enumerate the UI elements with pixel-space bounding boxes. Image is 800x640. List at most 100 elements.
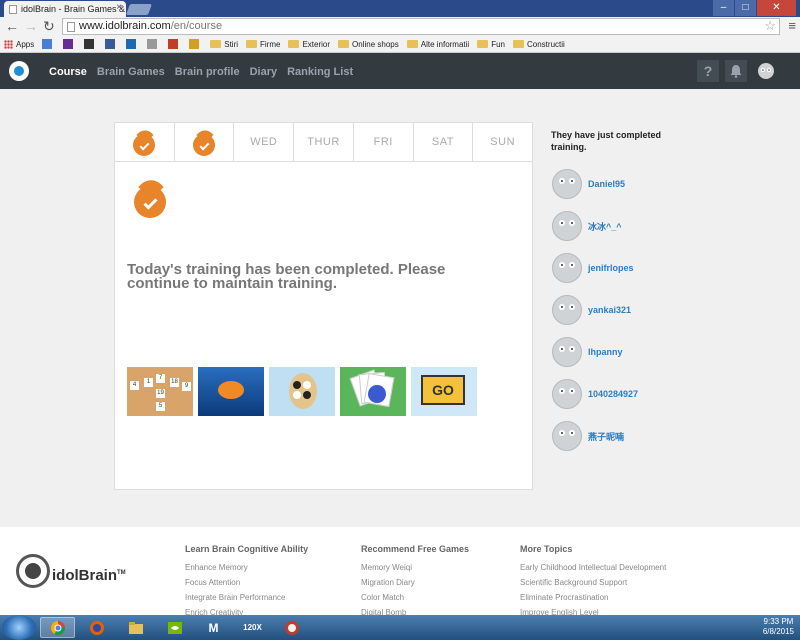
maximize-button[interactable]: □ (734, 0, 756, 16)
user-list-item[interactable]: yankai321 (552, 289, 638, 331)
game-go-sign[interactable]: GO (411, 367, 477, 416)
user-list-item[interactable]: 1040284927 (552, 373, 638, 415)
folder-icon (288, 40, 300, 48)
start-button[interactable] (2, 615, 36, 640)
week-day-label: WED (250, 136, 278, 148)
week-day (115, 123, 175, 161)
game-migration-diary[interactable] (198, 367, 264, 416)
site-logo-icon[interactable] (9, 61, 29, 81)
bookmark-item[interactable] (63, 39, 76, 49)
file-explorer-taskbar-icon[interactable] (118, 617, 153, 638)
username-link[interactable]: lhpanny (588, 347, 623, 357)
globe-taskbar-icon[interactable] (274, 617, 309, 638)
user-list-item[interactable]: jenifrlopes (552, 247, 638, 289)
game-color-match[interactable] (340, 367, 406, 416)
bookmark-item[interactable] (84, 39, 97, 49)
user-list-item[interactable]: lhpanny (552, 331, 638, 373)
browser-tabstrip: idolBrain - Brain Games & × – □ ✕ (0, 0, 800, 17)
help-icon[interactable]: ? (697, 60, 719, 82)
footer-link[interactable]: Early Childhood Intellectual Development (520, 560, 666, 575)
footer-link[interactable]: Enhance Memory (185, 560, 308, 575)
tv-app-taskbar-icon[interactable]: 120X (235, 617, 270, 638)
nav-brain-profile[interactable]: Brain profile (175, 66, 240, 78)
bookmark-folder[interactable]: Alte informatii (406, 40, 469, 49)
close-tab-icon[interactable]: × (116, 2, 122, 13)
bookmark-folder[interactable]: Online shops (338, 40, 399, 49)
game-memory-weiqi[interactable] (269, 367, 335, 416)
week-day: FRI (354, 123, 414, 161)
nvidia-taskbar-icon[interactable] (157, 617, 192, 638)
avatar[interactable] (552, 169, 582, 199)
avatar[interactable] (552, 337, 582, 367)
user-icon[interactable] (755, 60, 777, 82)
bookmark-folder[interactable]: Exterior (288, 40, 330, 49)
nav-ranking-list[interactable]: Ranking List (287, 66, 353, 78)
username-link[interactable]: yankai321 (588, 305, 631, 315)
username-link[interactable]: 燕子昵喃 (588, 430, 624, 443)
user-list-item[interactable]: 燕子昵喃 (552, 415, 638, 457)
bookmark-item[interactable] (189, 39, 202, 49)
bookmark-label: Apps (16, 39, 35, 49)
user-list-item[interactable]: 冰冰^_^ (552, 205, 638, 247)
footer-link[interactable]: Eliminate Procrastination (520, 590, 666, 605)
bookmark-folder[interactable]: Firme (246, 40, 280, 49)
firefox-taskbar-icon[interactable] (79, 617, 114, 638)
bookmark-item[interactable] (168, 39, 181, 49)
username-link[interactable]: 冰冰^_^ (588, 220, 622, 233)
footer-link[interactable]: Focus Attention (185, 575, 308, 590)
week-day: WED (234, 123, 295, 161)
window-controls: – □ ✕ (712, 0, 796, 16)
address-bar[interactable]: www.idolbrain.com/en/course ☆ (62, 18, 780, 35)
bookmark-favicon-icon (168, 39, 179, 49)
minimize-button[interactable]: – (712, 0, 734, 16)
bookmark-item[interactable] (126, 39, 139, 49)
username-link[interactable]: Daniel95 (588, 179, 625, 189)
nav-diary[interactable]: Diary (250, 66, 278, 78)
reload-icon[interactable]: ↻ (43, 18, 55, 35)
site-footer: idolBrainTM Learn Brain Cognitive Abilit… (0, 527, 800, 617)
footer-link[interactable]: Color Match (361, 590, 469, 605)
footer-link[interactable]: Migration Diary (361, 575, 469, 590)
username-link[interactable]: 1040284927 (588, 389, 638, 399)
bookmark-folder[interactable]: Fun (477, 40, 505, 49)
bookmark-folder[interactable]: Stiri (210, 40, 238, 49)
browser-tab[interactable]: idolBrain - Brain Games & × (4, 1, 126, 17)
back-arrow-icon[interactable]: ← (5, 18, 19, 34)
bookmark-star-icon[interactable]: ☆ (764, 18, 776, 34)
footer-link[interactable]: Integrate Brain Performance (185, 590, 308, 605)
avatar[interactable] (552, 421, 582, 451)
avatar[interactable] (552, 253, 582, 283)
user-list-item[interactable]: Daniel95 (552, 163, 638, 205)
bookmarks-bar: Apps Stiri Firme Exterior Online shops Alte i… (0, 36, 800, 53)
forward-arrow-icon[interactable]: → (24, 18, 38, 34)
bookmark-item[interactable] (42, 39, 55, 49)
folder-icon (338, 40, 350, 48)
close-window-button[interactable]: ✕ (756, 0, 796, 16)
new-tab-button[interactable] (125, 4, 153, 15)
avatar[interactable] (552, 295, 582, 325)
username-link[interactable]: jenifrlopes (588, 263, 634, 273)
chrome-taskbar-icon[interactable] (40, 617, 75, 638)
m-app-taskbar-icon[interactable]: M (196, 617, 231, 638)
footer-link[interactable]: Memory Weiqi (361, 560, 469, 575)
bookmark-favicon-icon (126, 39, 137, 49)
avatar[interactable] (552, 211, 582, 241)
bookmark-item[interactable] (105, 39, 118, 49)
nav-brain-games[interactable]: Brain Games (97, 66, 165, 78)
bookmark-favicon-icon (105, 39, 116, 49)
footer-column: Recommend Free Games Memory Weiqi Migratio… (361, 544, 469, 620)
bookmark-apps[interactable]: Apps (4, 39, 35, 49)
url-path: /en/course (170, 20, 223, 32)
footer-link[interactable]: Scientific Background Support (520, 575, 666, 590)
game-digital-bomb[interactable]: 4 1 7 18 9 19 5 (127, 367, 193, 416)
bell-icon[interactable] (725, 60, 747, 82)
nav-course[interactable]: Course (49, 66, 87, 78)
avatar[interactable] (552, 379, 582, 409)
footer-column: More Topics Early Childhood Intellectual … (520, 544, 666, 620)
week-day-label: SAT (431, 136, 454, 148)
browser-menu-icon[interactable]: ≡ (788, 18, 796, 33)
bookmark-folder[interactable]: Constructii (513, 40, 565, 49)
bookmark-item[interactable] (147, 39, 160, 49)
completed-flame-icon (134, 174, 166, 218)
system-clock[interactable]: 9:33 PM 6/8/2015 (763, 617, 794, 637)
